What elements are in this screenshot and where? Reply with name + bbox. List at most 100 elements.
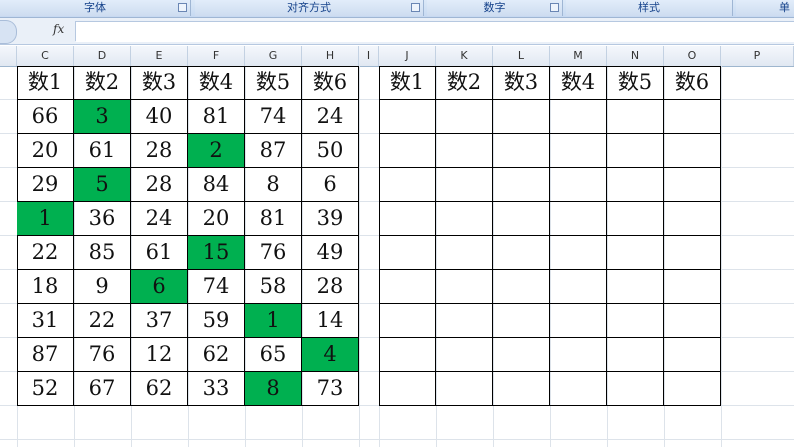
source-table-cell[interactable]: 36	[74, 202, 131, 236]
dialog-launcher-icon[interactable]	[178, 3, 187, 12]
result-table-cell[interactable]	[607, 100, 664, 134]
source-table-cell[interactable]: 62	[131, 372, 188, 406]
result-table-cell[interactable]	[550, 270, 607, 304]
source-table-header-cell[interactable]: 数3	[131, 66, 188, 100]
result-table-cell[interactable]	[664, 168, 721, 202]
column-header[interactable]: D	[74, 46, 131, 66]
result-table-cell[interactable]	[436, 202, 493, 236]
result-table-header-cell[interactable]: 数5	[607, 66, 664, 100]
source-table-cell[interactable]: 5	[74, 168, 131, 202]
source-table-cell[interactable]: 9	[74, 270, 131, 304]
column-header[interactable]: I	[359, 46, 379, 66]
formula-input[interactable]	[76, 21, 794, 42]
result-table-header-cell[interactable]: 数4	[550, 66, 607, 100]
column-header[interactable]: L	[493, 46, 550, 66]
source-table-cell[interactable]: 52	[17, 372, 74, 406]
source-table-cell[interactable]: 50	[302, 134, 359, 168]
result-table-cell[interactable]	[379, 304, 436, 338]
result-table-cell[interactable]	[664, 236, 721, 270]
result-table-cell[interactable]	[550, 168, 607, 202]
source-table-cell[interactable]: 62	[188, 338, 245, 372]
result-table-cell[interactable]	[664, 202, 721, 236]
result-table-cell[interactable]	[607, 372, 664, 406]
name-box-collapse-icon[interactable]	[0, 20, 17, 44]
result-table-cell[interactable]	[379, 202, 436, 236]
source-table-cell[interactable]: 37	[131, 304, 188, 338]
result-table-cell[interactable]	[607, 270, 664, 304]
result-table-cell[interactable]	[379, 100, 436, 134]
source-table-cell[interactable]: 4	[302, 338, 359, 372]
result-table-cell[interactable]	[379, 168, 436, 202]
result-table-cell[interactable]	[664, 304, 721, 338]
insert-function-icon[interactable]: fx	[53, 22, 64, 36]
source-table-cell[interactable]: 84	[188, 168, 245, 202]
column-header[interactable]: N	[607, 46, 664, 66]
source-table-cell[interactable]: 74	[245, 100, 302, 134]
result-table-cell[interactable]	[493, 338, 550, 372]
source-table-cell[interactable]: 49	[302, 236, 359, 270]
source-table-cell[interactable]: 65	[245, 338, 302, 372]
column-header[interactable]: G	[245, 46, 302, 66]
source-table-cell[interactable]: 18	[17, 270, 74, 304]
result-table-cell[interactable]	[550, 202, 607, 236]
column-header[interactable]: J	[379, 46, 436, 66]
result-table-cell[interactable]	[493, 100, 550, 134]
result-table-cell[interactable]	[493, 236, 550, 270]
source-table-cell[interactable]: 1	[17, 202, 74, 236]
source-table-cell[interactable]: 8	[245, 168, 302, 202]
result-table-cell[interactable]	[607, 168, 664, 202]
source-table-cell[interactable]: 87	[17, 338, 74, 372]
result-table-cell[interactable]	[436, 134, 493, 168]
source-table-cell[interactable]: 24	[131, 202, 188, 236]
result-table-cell[interactable]	[664, 338, 721, 372]
source-table-cell[interactable]: 59	[188, 304, 245, 338]
result-table-cell[interactable]	[550, 372, 607, 406]
result-table-cell[interactable]	[550, 100, 607, 134]
result-table-cell[interactable]	[607, 202, 664, 236]
source-table-cell[interactable]: 28	[131, 168, 188, 202]
result-table-cell[interactable]	[379, 236, 436, 270]
result-table-cell[interactable]	[379, 338, 436, 372]
result-table-cell[interactable]	[436, 236, 493, 270]
source-table-cell[interactable]: 29	[17, 168, 74, 202]
source-table-cell[interactable]: 73	[302, 372, 359, 406]
source-table-cell[interactable]: 74	[188, 270, 245, 304]
source-table-cell[interactable]: 58	[245, 270, 302, 304]
source-table-cell[interactable]: 67	[74, 372, 131, 406]
source-table-cell[interactable]: 15	[188, 236, 245, 270]
source-table-cell[interactable]: 61	[74, 134, 131, 168]
source-table-cell[interactable]: 28	[302, 270, 359, 304]
result-table-cell[interactable]	[379, 134, 436, 168]
result-table-cell[interactable]	[436, 168, 493, 202]
source-table-cell[interactable]: 20	[188, 202, 245, 236]
dialog-launcher-icon[interactable]	[550, 3, 559, 12]
source-table-cell[interactable]: 39	[302, 202, 359, 236]
result-table-cell[interactable]	[379, 372, 436, 406]
result-table-cell[interactable]	[493, 168, 550, 202]
source-table-cell[interactable]: 6	[131, 270, 188, 304]
result-table-cell[interactable]	[550, 304, 607, 338]
ribbon-group-font[interactable]: 字体	[0, 0, 191, 16]
column-header[interactable]: K	[436, 46, 493, 66]
result-table-cell[interactable]	[436, 270, 493, 304]
result-table-cell[interactable]	[664, 134, 721, 168]
source-table-cell[interactable]: 87	[245, 134, 302, 168]
result-table-cell[interactable]	[607, 304, 664, 338]
source-table-cell[interactable]: 2	[188, 134, 245, 168]
source-table-cell[interactable]: 85	[74, 236, 131, 270]
source-table-cell[interactable]: 81	[188, 100, 245, 134]
result-table-cell[interactable]	[664, 270, 721, 304]
source-table-header-cell[interactable]: 数6	[302, 66, 359, 100]
source-table-cell[interactable]: 14	[302, 304, 359, 338]
column-header[interactable]: O	[664, 46, 721, 66]
source-table-cell[interactable]: 76	[245, 236, 302, 270]
result-table-cell[interactable]	[436, 100, 493, 134]
source-table-cell[interactable]: 22	[17, 236, 74, 270]
source-table-cell[interactable]: 1	[245, 304, 302, 338]
source-table-header-cell[interactable]: 数2	[74, 66, 131, 100]
column-header[interactable]: M	[550, 46, 607, 66]
result-table-cell[interactable]	[493, 134, 550, 168]
result-table-cell[interactable]	[664, 372, 721, 406]
source-table-cell[interactable]: 40	[131, 100, 188, 134]
column-header[interactable]: H	[302, 46, 359, 66]
